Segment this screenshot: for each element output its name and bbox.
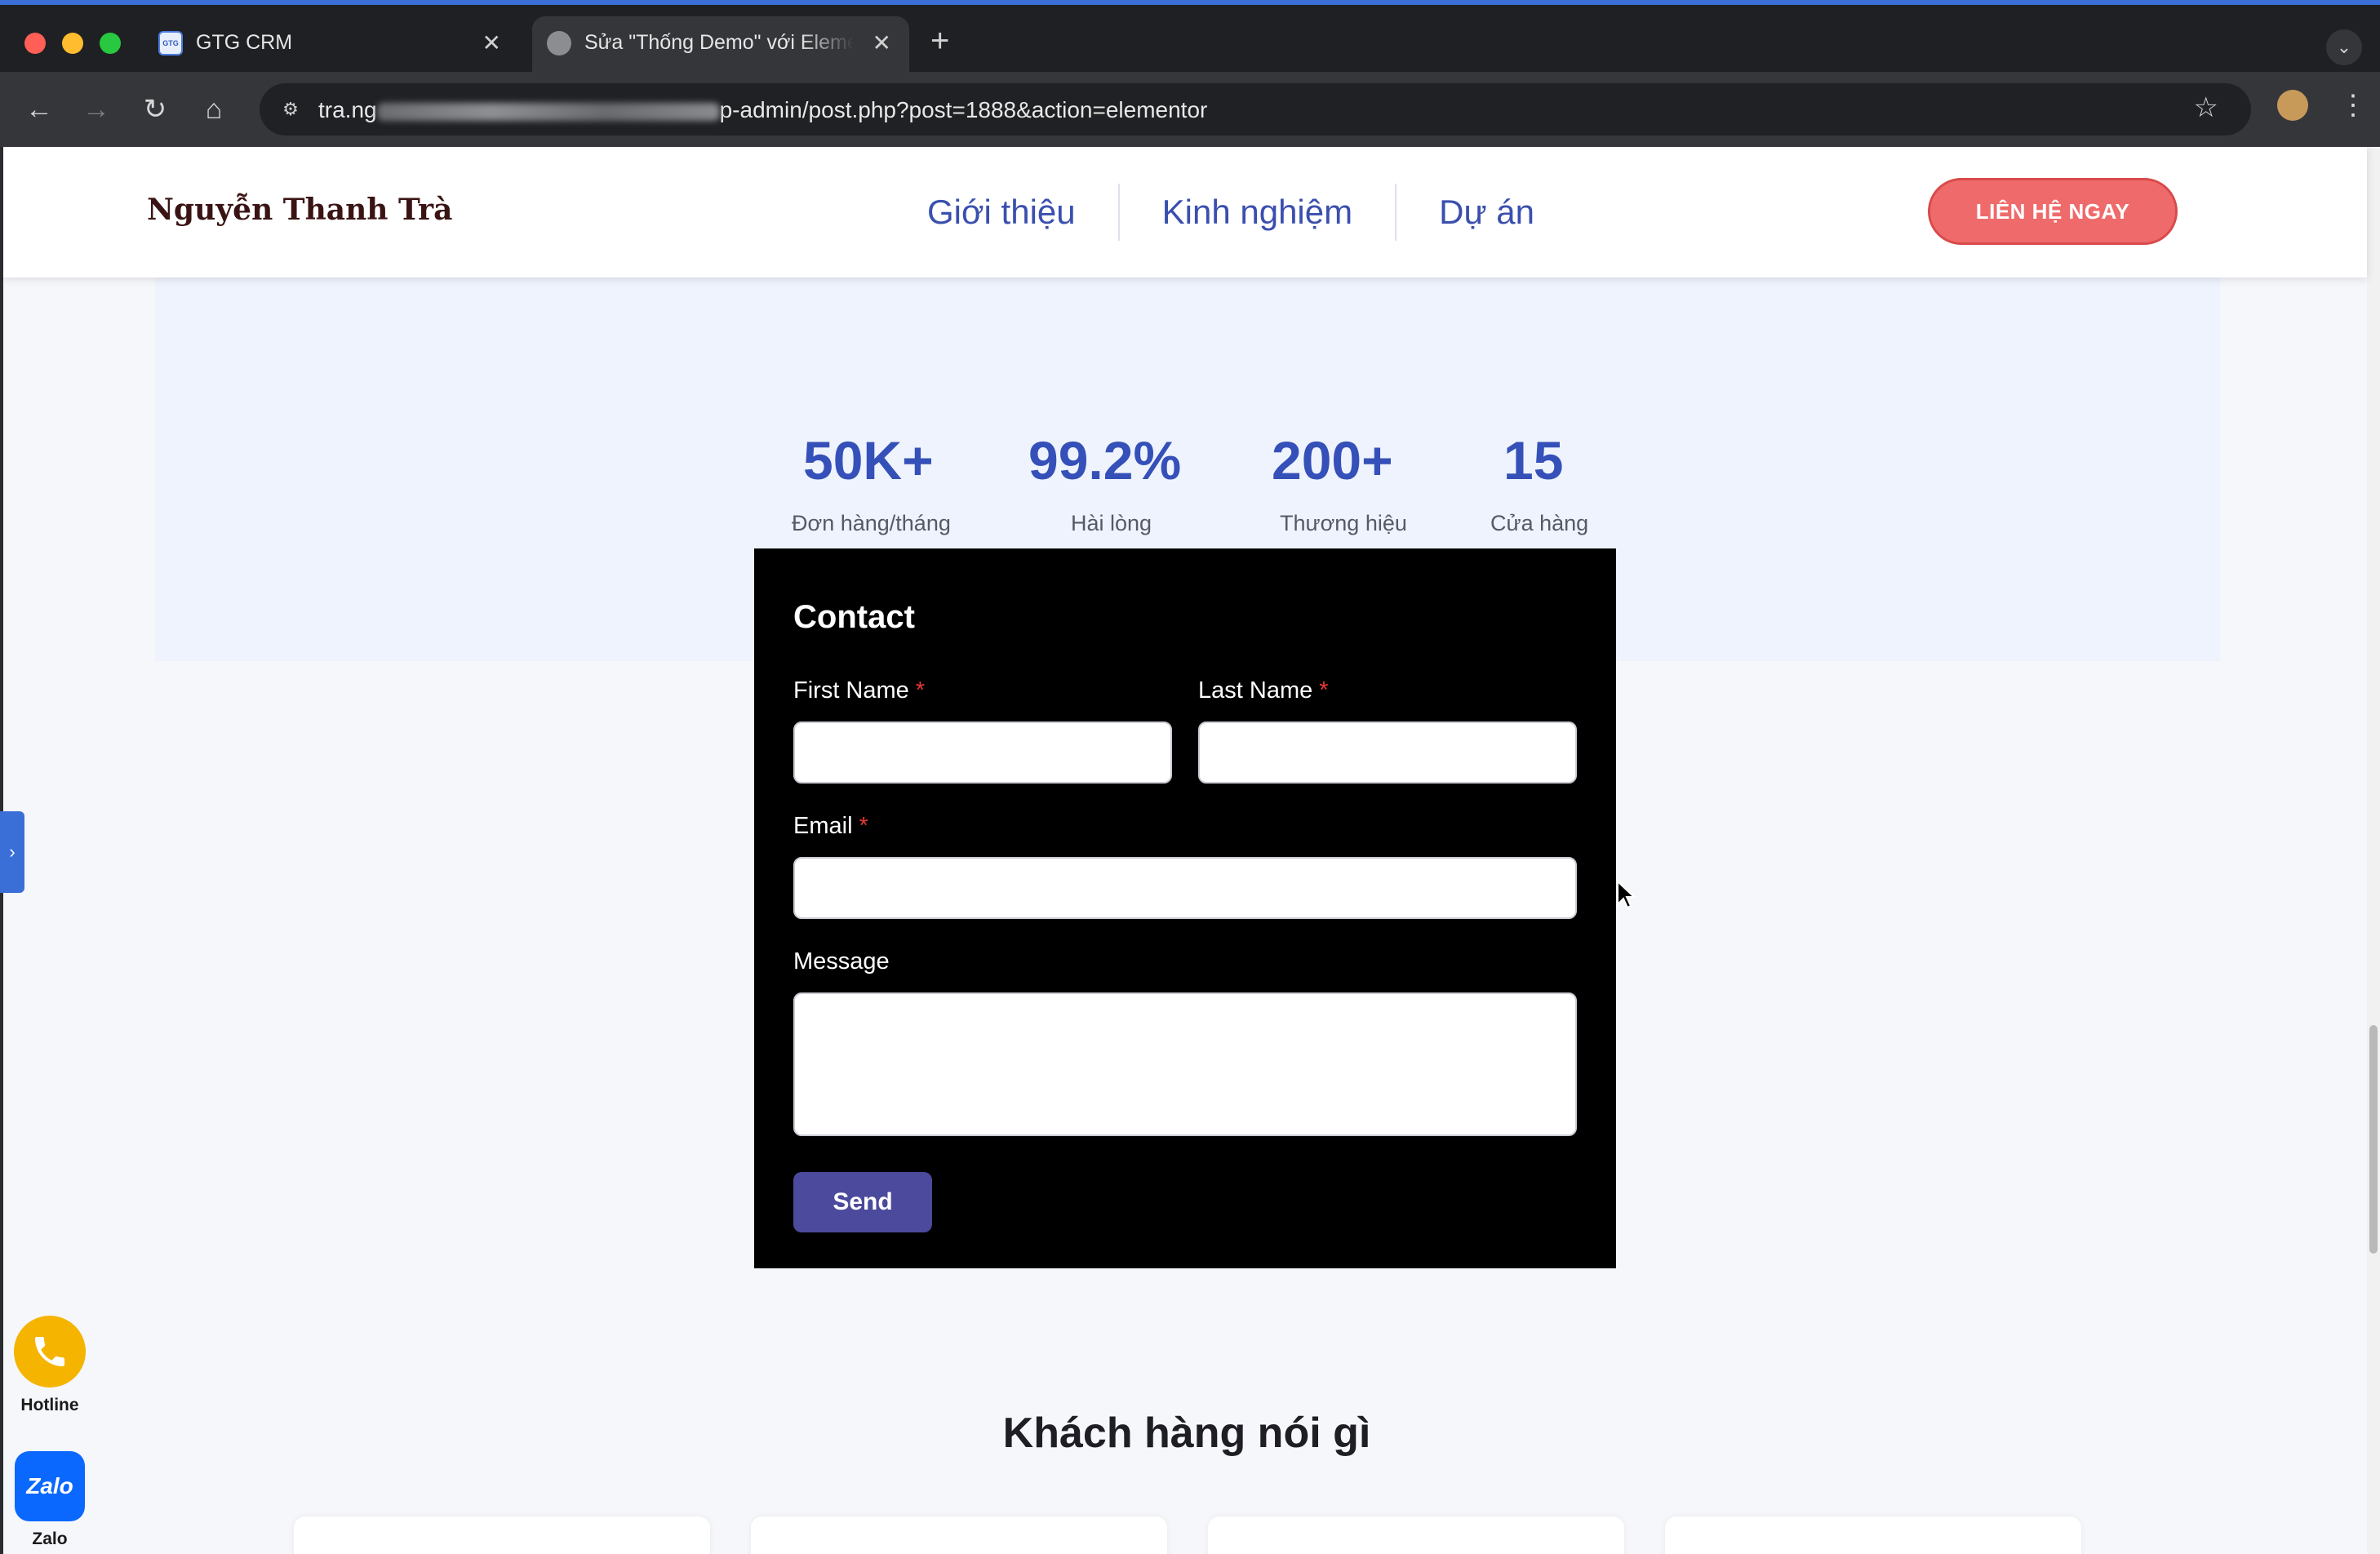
required-mark: * [1319, 677, 1329, 704]
email-field[interactable] [793, 857, 1577, 919]
stat-value-brands: 200+ [1272, 430, 1393, 491]
send-button[interactable]: Send [793, 1172, 932, 1232]
tab-title: GTG CRM [196, 31, 293, 54]
phone-icon[interactable] [14, 1316, 86, 1388]
minimize-window-button[interactable] [62, 33, 83, 54]
zalo-widget[interactable]: Zalo Zalo [11, 1451, 88, 1549]
tab-elementor-editor[interactable]: Sửa "Thống Demo" với Elementor ✕ [532, 16, 909, 77]
contact-title: Contact [793, 599, 915, 635]
close-tab-icon[interactable]: ✕ [482, 29, 501, 56]
tab-search-button[interactable]: ⌄ [2326, 29, 2362, 65]
reload-icon[interactable]: ↻ [134, 88, 176, 131]
first-name-field[interactable] [793, 722, 1172, 784]
stat-label-brands: Thương hiệu [1280, 511, 1407, 535]
back-icon[interactable]: ← [18, 88, 60, 131]
testimonial-card [751, 1516, 1167, 1554]
bookmark-star-icon[interactable]: ☆ [2194, 91, 2218, 124]
address-bar[interactable]: ⚙ tra.ng p-admin/post.php?post=1888&actio… [260, 83, 2251, 135]
crm-favicon-icon: GTG [158, 31, 183, 56]
stat-label-satisfaction: Hài lòng [1071, 511, 1152, 535]
tab-title: Sửa "Thống Demo" với Elementor [584, 31, 854, 54]
nav-du-an[interactable]: Dự án [1396, 186, 1577, 238]
forward-icon[interactable]: → [75, 88, 118, 131]
required-mark: * [859, 813, 868, 839]
tab-gtg-crm[interactable]: GTG GTG CRM ✕ [144, 16, 519, 77]
contact-form: Contact First Name * Last Name * Email * Me… [754, 548, 1616, 1268]
site-logo[interactable]: Nguyễn Thanh Trà [147, 193, 452, 227]
hotline-label: Hotline [20, 1396, 79, 1414]
testimonials-title: Khách hàng nói gì [1002, 1410, 1371, 1457]
nav-gioi-thieu[interactable]: Giới thiệu [885, 186, 1118, 238]
url-redacted [376, 102, 720, 121]
stat-label-orders: Đơn hàng/tháng [792, 511, 951, 535]
testimonial-card [1665, 1516, 2081, 1554]
mouse-cursor-icon [1617, 880, 1636, 909]
stat-label-stores: Cửa hàng [1490, 511, 1589, 535]
testimonial-card [1208, 1516, 1624, 1554]
browser-toolbar: ← → ↻ ⌂ ⚙ tra.ng p-admin/post.php?post=18… [0, 72, 2380, 147]
url-suffix: p-admin/post.php?post=1888&action=elemen… [719, 97, 1208, 122]
panel-toggle-chevron-icon[interactable]: › [0, 811, 24, 893]
site-header: Nguyễn Thanh Trà Giới thiệu Kinh nghiệm … [3, 147, 2367, 278]
stat-value-stores: 15 [1503, 430, 1564, 491]
maximize-window-button[interactable] [100, 33, 121, 54]
message-label: Message [793, 948, 890, 975]
testimonial-card [294, 1516, 710, 1554]
page-viewport: Nguyễn Thanh Trà Giới thiệu Kinh nghiệm … [3, 147, 2377, 1554]
first-name-label-text: First Name [793, 677, 909, 704]
url-text: tra.ng p-admin/post.php?post=1888&action=… [318, 97, 1207, 123]
first-name-label: First Name * [793, 677, 925, 704]
hotline-widget[interactable]: Hotline [11, 1316, 88, 1415]
browser-window: GTG GTG CRM ✕ Sửa "Thống Demo" với Eleme… [0, 0, 2380, 1554]
home-icon[interactable]: ⌂ [193, 88, 235, 131]
stat-value-orders: 50K+ [803, 430, 934, 491]
nav-kinh-nghiem[interactable]: Kinh nghiệm [1120, 186, 1395, 238]
last-name-field[interactable] [1198, 722, 1577, 784]
last-name-label-text: Last Name [1198, 677, 1313, 704]
close-window-button[interactable] [24, 33, 46, 54]
required-mark: * [915, 677, 926, 704]
profile-avatar[interactable] [2277, 90, 2308, 121]
stat-value-satisfaction: 99.2% [1028, 430, 1182, 491]
last-name-label: Last Name * [1198, 677, 1329, 704]
new-tab-button[interactable]: + [930, 24, 949, 57]
site-settings-icon[interactable]: ⚙ [278, 96, 304, 122]
zalo-label: Zalo [32, 1530, 68, 1548]
zalo-logo-icon[interactable]: Zalo [15, 1451, 85, 1521]
main-nav: Giới thiệu Kinh nghiệm Dự án [885, 184, 1577, 241]
globe-icon [547, 31, 571, 56]
page-scrollbar[interactable] [2367, 147, 2380, 1554]
close-tab-icon[interactable]: ✕ [873, 29, 891, 56]
url-prefix: tra.ng [318, 97, 377, 122]
browser-menu-icon[interactable]: ⋮ [2339, 91, 2367, 119]
tab-strip: GTG GTG CRM ✕ Sửa "Thống Demo" với Eleme… [0, 5, 2380, 77]
scrollbar-thumb[interactable] [2369, 1025, 2378, 1254]
message-textarea[interactable] [793, 992, 1577, 1136]
contact-now-button[interactable]: LIÊN HỆ NGAY [1928, 178, 2178, 245]
email-label-text: Email [793, 813, 853, 839]
email-label: Email * [793, 813, 868, 840]
